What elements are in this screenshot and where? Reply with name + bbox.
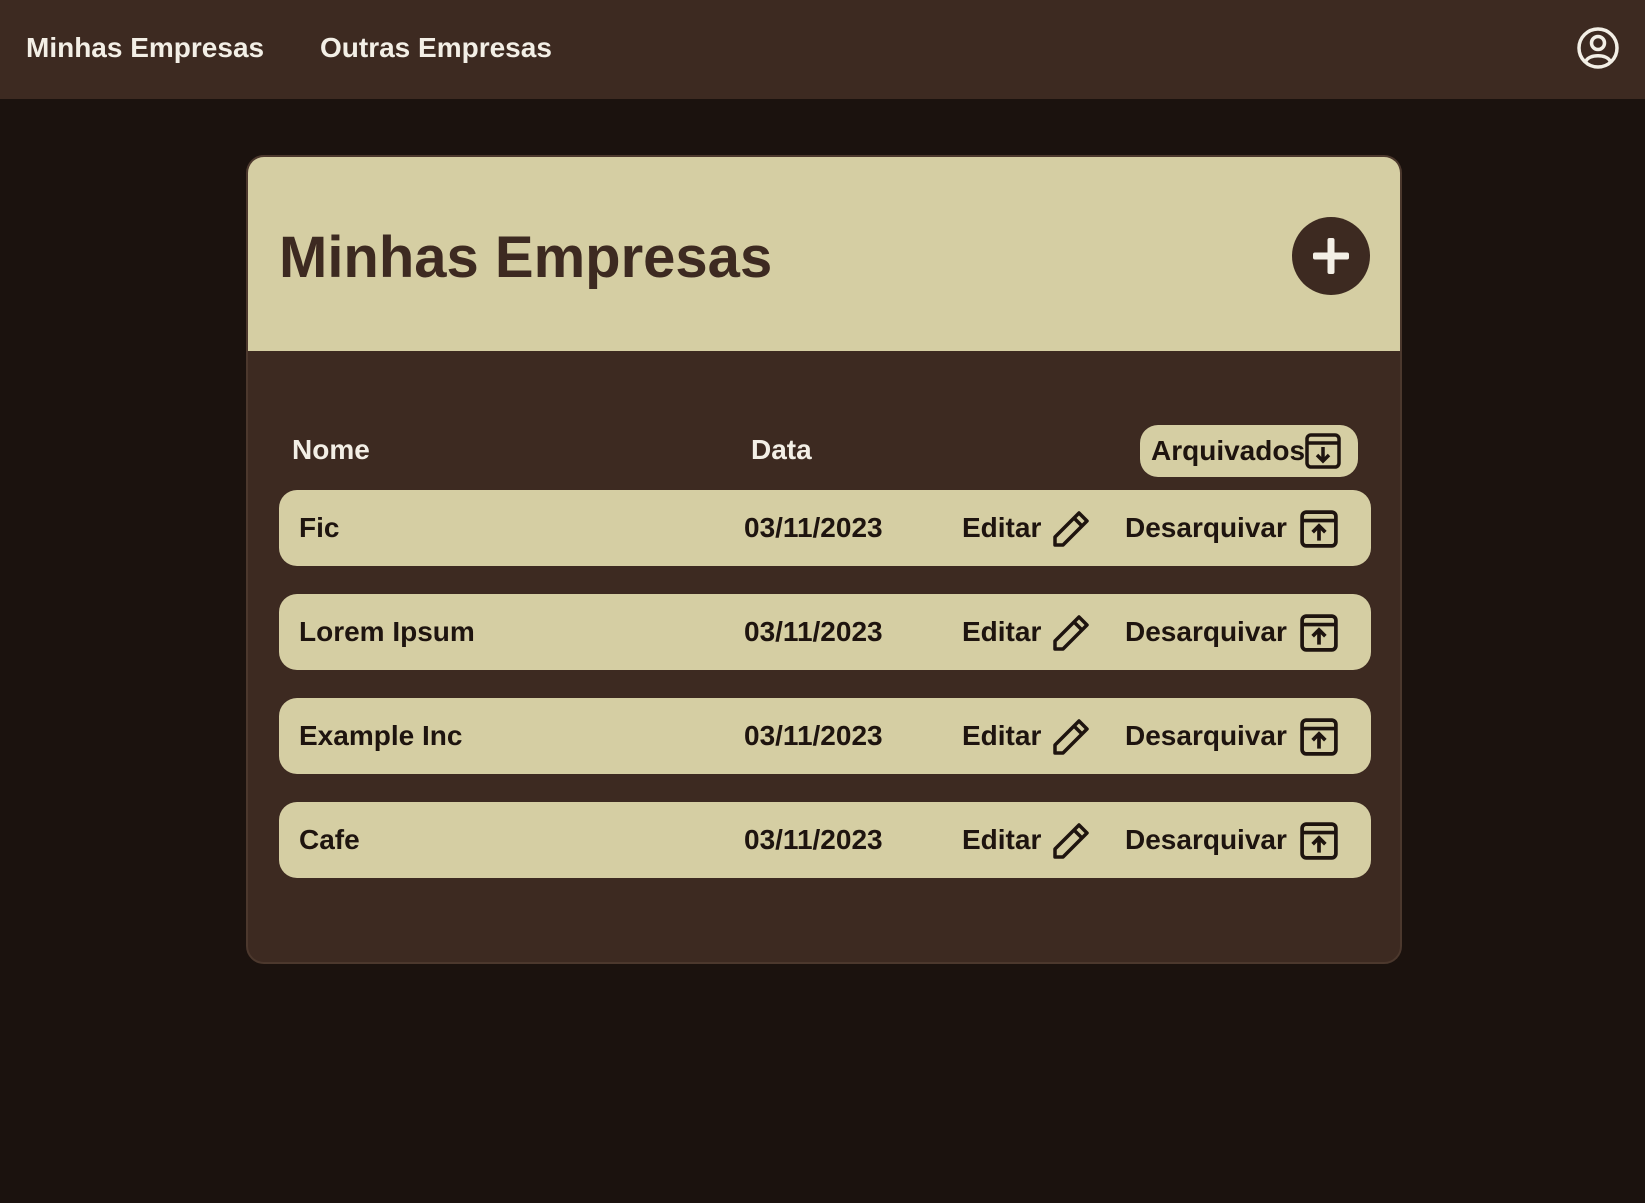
table-row: Example Inc 03/11/2023 Editar Desarquiva… <box>279 698 1371 774</box>
edit-label: Editar <box>962 512 1042 543</box>
pencil-icon <box>1053 719 1089 755</box>
unarchive-label: Desarquivar <box>1125 616 1287 647</box>
archive-up-icon <box>1300 510 1338 548</box>
table-row: Fic 03/11/2023 Editar Desarquivar <box>279 490 1371 566</box>
archive-down-icon <box>1305 433 1341 469</box>
archive-up-icon <box>1300 822 1338 860</box>
user-profile-icon[interactable] <box>1576 26 1620 70</box>
edit-label: Editar <box>962 616 1042 647</box>
edit-button[interactable]: Editar <box>962 712 1092 760</box>
unarchive-button[interactable]: Desarquivar <box>1125 504 1350 552</box>
company-name: Lorem Ipsum <box>299 616 475 647</box>
unarchive-button[interactable]: Desarquivar <box>1125 608 1350 656</box>
company-name: Example Inc <box>299 720 463 751</box>
card-header: Minhas Empresas <box>248 157 1400 351</box>
company-name: Fic <box>299 512 340 543</box>
pencil-icon <box>1053 511 1089 547</box>
archived-button[interactable]: Arquivados <box>1140 425 1358 477</box>
pencil-icon <box>1053 823 1089 859</box>
archive-up-icon <box>1300 614 1338 652</box>
unarchive-label: Desarquivar <box>1125 720 1287 751</box>
edit-button[interactable]: Editar <box>962 504 1092 552</box>
add-company-button[interactable] <box>1292 217 1370 295</box>
unarchive-label: Desarquivar <box>1125 824 1287 855</box>
unarchive-label: Desarquivar <box>1125 512 1287 543</box>
companies-card: Minhas Empresas Nome Data Arquivados Fic… <box>246 155 1402 964</box>
edit-button[interactable]: Editar <box>962 816 1092 864</box>
plus-icon <box>1313 238 1349 274</box>
company-name: Cafe <box>299 824 360 855</box>
column-header-name[interactable]: Nome <box>292 433 370 467</box>
archive-up-icon <box>1300 718 1338 756</box>
archived-button-label: Arquivados <box>1151 435 1306 466</box>
company-date: 03/11/2023 <box>744 824 883 855</box>
company-date: 03/11/2023 <box>744 512 883 543</box>
unarchive-button[interactable]: Desarquivar <box>1125 712 1350 760</box>
page-title: Minhas Empresas <box>279 225 773 290</box>
edit-label: Editar <box>962 720 1042 751</box>
nav-link-minhas-empresas[interactable]: Minhas Empresas <box>26 31 264 65</box>
unarchive-button[interactable]: Desarquivar <box>1125 816 1350 864</box>
top-navbar: Minhas Empresas Outras Empresas <box>0 0 1645 99</box>
nav-link-outras-empresas[interactable]: Outras Empresas <box>320 31 552 65</box>
column-header-date[interactable]: Data <box>751 433 812 467</box>
edit-button[interactable]: Editar <box>962 608 1092 656</box>
table-row: Lorem Ipsum 03/11/2023 Editar Desarquiva… <box>279 594 1371 670</box>
pencil-icon <box>1053 615 1089 651</box>
edit-label: Editar <box>962 824 1042 855</box>
company-date: 03/11/2023 <box>744 720 883 751</box>
table-row: Cafe 03/11/2023 Editar Desarquivar <box>279 802 1371 878</box>
company-date: 03/11/2023 <box>744 616 883 647</box>
